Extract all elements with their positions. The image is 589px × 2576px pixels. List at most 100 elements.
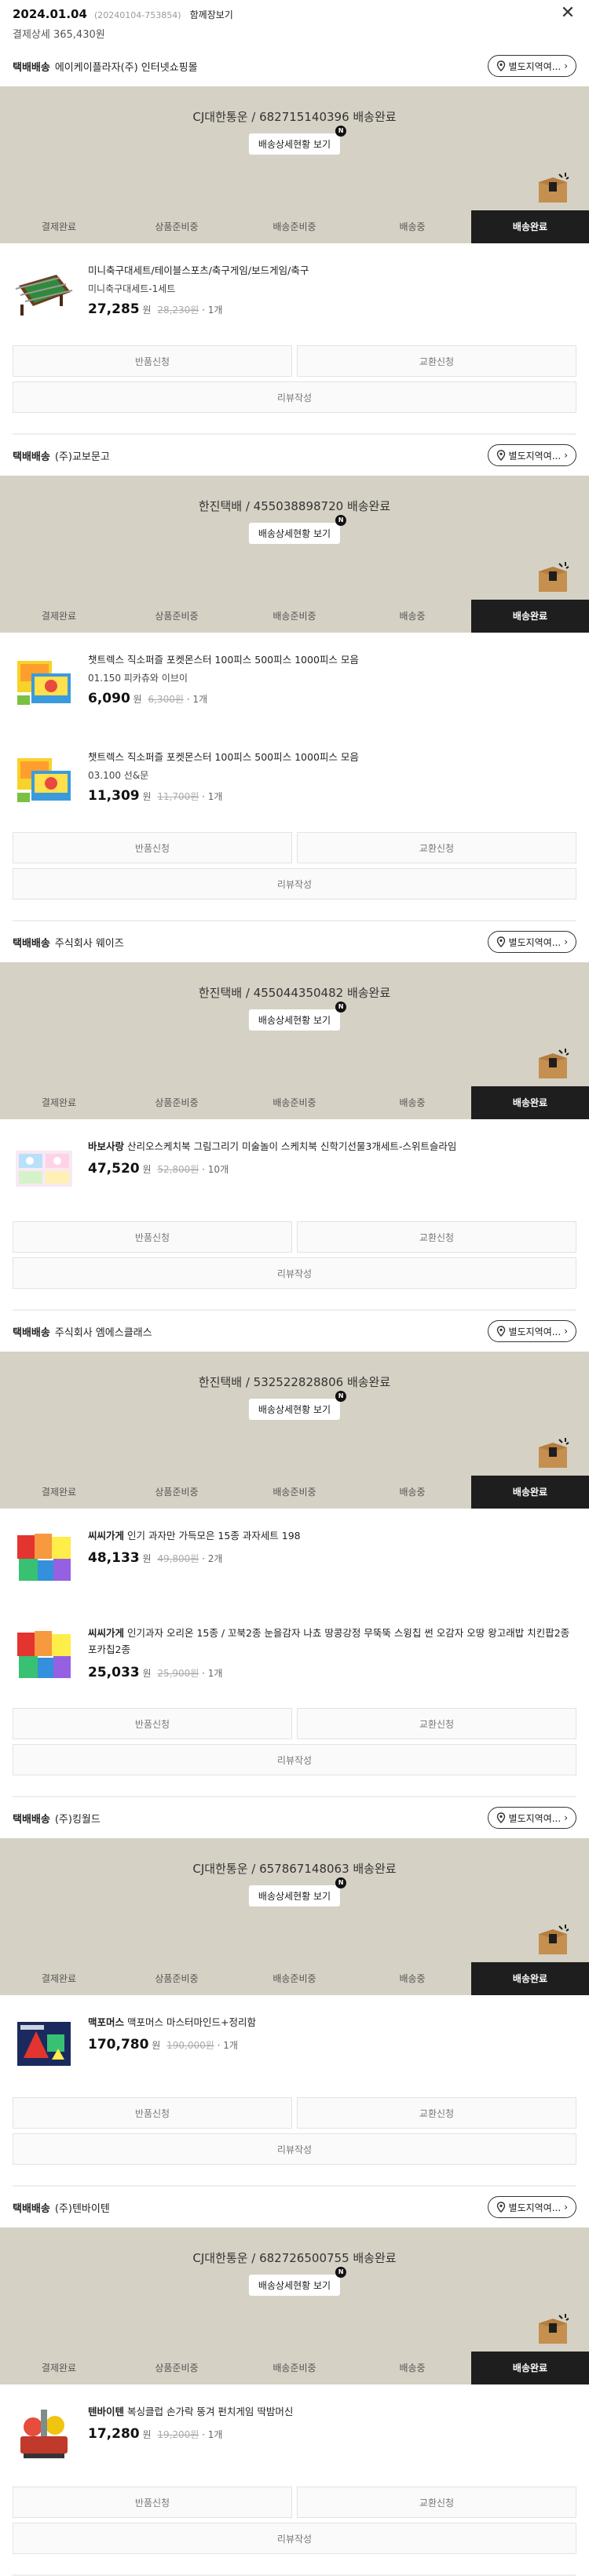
delivery-step: 상품준비중 (118, 210, 236, 243)
product-title: 인기과자 오리온 15종 / 꼬북2종 눈을감자 나쵸 땅콩강정 무뚝뚝 스윙칩… (88, 1627, 570, 1656)
new-badge: N (335, 1391, 347, 1402)
return-request-button[interactable]: 반품신청 (13, 1708, 292, 1739)
return-request-button[interactable]: 반품신청 (13, 1221, 292, 1253)
product-thumbnail[interactable] (13, 1526, 75, 1589)
currency-unit: 원 (142, 2429, 152, 2441)
address-button[interactable]: 별도지역여... › (487, 1320, 576, 1342)
quantity: · 10개 (202, 1164, 229, 1176)
original-price: 190,000원 (166, 2040, 214, 2052)
order-item[interactable]: 맥포머스 맥포머스 마스터마인드+정리함 170,780 원 190,000원 ·… (0, 1995, 589, 2093)
delivery-step: 배송준비중 (236, 1962, 353, 1995)
address-button[interactable]: 별도지역여... › (487, 2196, 576, 2218)
currency-unit: 원 (142, 305, 152, 316)
order-item[interactable]: 바보사랑 산리오스케치북 그림그리기 미술놀이 스케치북 신학기선물3개세트-스… (0, 1119, 589, 1217)
delivery-steps: 결제완료 상품준비중 배송준비중 배송중 배송완료 (0, 600, 589, 633)
currency-unit: 원 (142, 791, 152, 803)
product-name[interactable]: 챗트렉스 직소퍼즐 포켓몬스터 100피스 500피스 1000피스 모음 (88, 749, 576, 765)
order-number: (20240104-753854) (94, 10, 181, 20)
write-review-button[interactable]: 리뷰작성 (13, 1744, 576, 1775)
original-price: 28,230원 (157, 305, 199, 316)
exchange-request-button[interactable]: 교환신청 (297, 2097, 576, 2129)
product-thumbnail[interactable] (13, 261, 75, 323)
product-thumbnail[interactable] (13, 2012, 75, 2075)
product-name[interactable]: 미니축구대세트/테이블스포츠/축구게임/보드게임/축구 (88, 262, 576, 279)
delivery-type: 택배배송 (13, 937, 50, 950)
exchange-request-button[interactable]: 교환신청 (297, 1221, 576, 1253)
tracking-detail-button[interactable]: 배송상세현황 보기 N (248, 1002, 347, 1031)
sale-price: 11,309 (88, 788, 140, 805)
product-name[interactable]: 맥포머스 맥포머스 마스터마인드+정리함 (88, 2014, 576, 2031)
write-review-button[interactable]: 리뷰작성 (13, 868, 576, 899)
write-review-button[interactable]: 리뷰작성 (13, 2523, 576, 2554)
tracking-panel: 한진택배 / 455038898720 배송완료 배송상세현황 보기 N 결제완료 상품… (0, 476, 589, 633)
tracking-detail-label: 배송상세현황 보기 (258, 1404, 331, 1415)
product-name[interactable]: 씨씨가게 인기 과자만 가득모은 15종 과자세트 198 (88, 1527, 576, 1544)
quantity: · 1개 (202, 791, 223, 803)
tracking-detail-label: 배송상세현황 보기 (258, 528, 331, 539)
tracking-detail-button[interactable]: 배송상세현황 보기 N (248, 126, 347, 155)
address-button-label: 별도지역여... (508, 2202, 562, 2213)
exchange-request-button[interactable]: 교환신청 (297, 345, 576, 377)
exchange-request-button[interactable]: 교환신청 (297, 1708, 576, 1739)
return-request-button[interactable]: 반품신청 (13, 345, 292, 377)
order-item[interactable]: 씨씨가게 인기 과자만 가득모은 15종 과자세트 198 48,133 원 49… (0, 1509, 589, 1606)
delivery-step: 결제완료 (0, 210, 118, 243)
seller-name: 에이케이플라자(주) 인터넷쇼핑몰 (54, 61, 198, 74)
order-item[interactable]: 씨씨가게 인기과자 오리온 15종 / 꼬북2종 눈을감자 나쵸 땅콩강정 무뚝… (0, 1606, 589, 1703)
tracking-detail-button[interactable]: 배송상세현황 보기 N (248, 1391, 347, 1420)
write-review-button[interactable]: 리뷰작성 (13, 1257, 576, 1289)
exchange-request-button[interactable]: 교환신청 (297, 2487, 576, 2518)
tracking-info: 한진택배 / 532522828806 배송완료 (198, 1375, 391, 1389)
tracking-detail-button[interactable]: 배송상세현황 보기 N (248, 1877, 347, 1906)
return-request-button[interactable]: 반품신청 (13, 2097, 292, 2129)
tracking-detail-button[interactable]: 배송상세현황 보기 N (248, 515, 347, 544)
seller-name: 주식회사 엠에스클래스 (54, 1326, 152, 1339)
delivery-step: 배송중 (353, 1086, 471, 1119)
product-thumbnail[interactable] (13, 2402, 75, 2465)
delivery-step: 배송중 (353, 210, 471, 243)
delivery-step: 배송중 (353, 2352, 471, 2384)
seller-name: 주식회사 웨이즈 (54, 937, 124, 950)
product-name[interactable]: 챗트렉스 직소퍼즐 포켓몬스터 100피스 500피스 1000피스 모음 (88, 651, 576, 668)
product-title: 챗트렉스 직소퍼즐 포켓몬스터 100피스 500피스 1000피스 모음 (88, 654, 359, 666)
product-thumbnail[interactable] (13, 1137, 75, 1199)
exchange-request-button[interactable]: 교환신청 (297, 832, 576, 863)
product-thumbnail[interactable] (13, 650, 75, 713)
payment-detail[interactable]: 결제상세 365,430원 (13, 26, 576, 41)
return-request-button[interactable]: 반품신청 (13, 832, 292, 863)
product-name[interactable]: 텐바이텐 복싱클럽 손가락 뚱겨 펀치게임 딱밤머신 (88, 2403, 576, 2420)
location-pin-icon (496, 2202, 506, 2213)
sale-price: 47,520 (88, 1161, 140, 1177)
delivered-box-icon (536, 1925, 570, 1956)
tracking-info: CJ대한통운 / 682715140396 배송완료 (192, 110, 397, 124)
write-review-button[interactable]: 리뷰작성 (13, 381, 576, 413)
chevron-right-icon: › (564, 60, 568, 71)
order-item[interactable]: 챗트렉스 직소퍼즐 포켓몬스터 100피스 500피스 1000피스 모음 03.… (0, 730, 589, 827)
address-button-label: 별도지역여... (508, 1812, 562, 1824)
tracking-detail-button[interactable]: 배송상세현황 보기 N (248, 2267, 347, 2296)
product-price-row: 6,090 원 6,300원 · 1개 (88, 691, 576, 706)
product-thumbnail[interactable] (13, 1623, 75, 1686)
order-item[interactable]: 텐바이텐 복싱클럽 손가락 뚱겨 펀치게임 딱밤머신 17,280 원 19,20… (0, 2384, 589, 2482)
order-item[interactable]: 미니축구대세트/테이블스포츠/축구게임/보드게임/축구 미니축구대세트-1세트 27… (0, 243, 589, 341)
close-icon[interactable]: ✕ (559, 5, 576, 22)
address-button[interactable]: 별도지역여... › (487, 1807, 576, 1829)
receipt-link[interactable]: 함께장보기 (190, 9, 233, 20)
return-request-button[interactable]: 반품신청 (13, 2487, 292, 2518)
seller-row: 택배배송 (주)텐바이텐 별도지역여... › (0, 2187, 589, 2228)
address-button[interactable]: 별도지역여... › (487, 444, 576, 466)
tracking-panel: 한진택배 / 455044350482 배송완료 배송상세현황 보기 N 결제완료 상품… (0, 962, 589, 1119)
write-review-button[interactable]: 리뷰작성 (13, 2133, 576, 2165)
address-button[interactable]: 별도지역여... › (487, 931, 576, 953)
delivered-box-icon (536, 173, 570, 204)
delivery-step: 배송완료 (471, 1086, 589, 1119)
delivery-type: 택배배송 (13, 61, 50, 74)
delivery-step: 배송준비중 (236, 1086, 353, 1119)
delivery-step: 배송완료 (471, 2352, 589, 2384)
product-name[interactable]: 씨씨가게 인기과자 오리온 15종 / 꼬북2종 눈을감자 나쵸 땅콩강정 무뚝… (88, 1625, 576, 1658)
delivery-step: 결제완료 (0, 1086, 118, 1119)
product-name[interactable]: 바보사랑 산리오스케치북 그림그리기 미술놀이 스케치북 신학기선물3개세트-스… (88, 1138, 576, 1155)
order-item[interactable]: 챗트렉스 직소퍼즐 포켓몬스터 100피스 500피스 1000피스 모음 01.… (0, 633, 589, 730)
product-thumbnail[interactable] (13, 747, 75, 810)
address-button[interactable]: 별도지역여... › (487, 55, 576, 77)
